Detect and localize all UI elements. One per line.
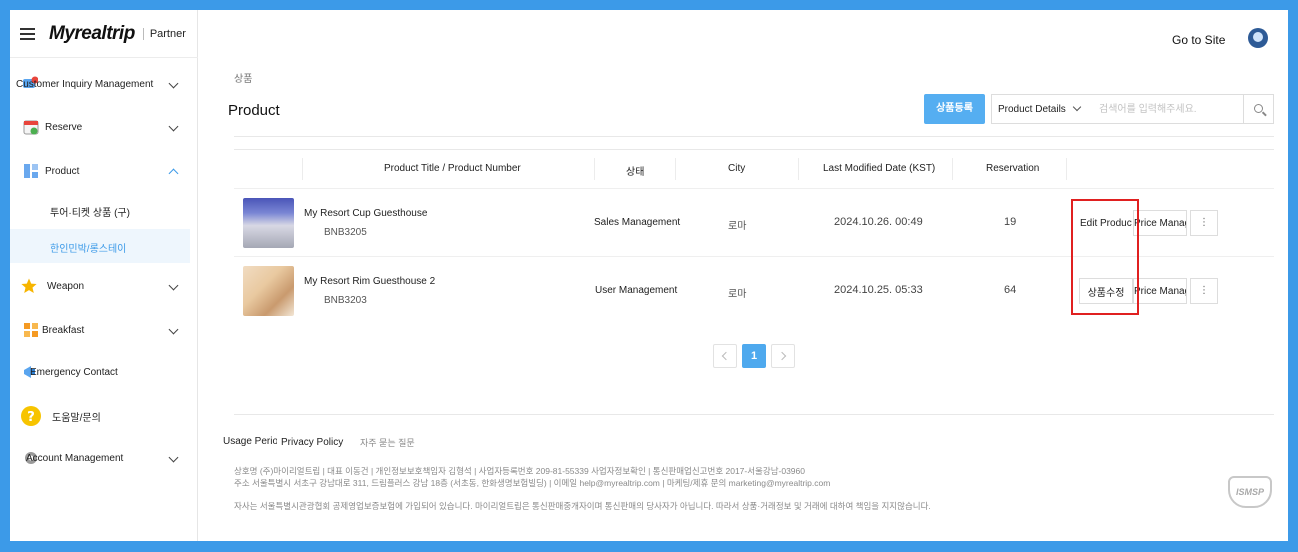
sidebar-item-label: 도움말/문의 (52, 412, 101, 424)
sidebar-item-account-management[interactable]: Account Management (10, 444, 198, 472)
disclaimer: 자사는 서울특별시관광협회 공제영업보증보험에 가입되어 있습니다. 마이리얼트… (234, 501, 931, 511)
reservation-count: 64 (1004, 284, 1017, 296)
table-top-border (234, 149, 1274, 150)
reservation-count: 19 (1004, 216, 1017, 228)
modified-date: 2024.10.26. 00:49 (834, 216, 923, 228)
chevron-down-icon (168, 121, 179, 132)
product-status: User Management (595, 285, 678, 296)
logo[interactable]: Myrealtrip (49, 23, 135, 45)
go-to-site-link[interactable]: Go to Site (1172, 33, 1225, 47)
footer-divider (234, 414, 1274, 415)
sidebar-item-label: Breakfast (42, 324, 85, 336)
sidebar-item-label: Product (45, 165, 80, 177)
product-status: Sales Management (594, 217, 681, 228)
pagination-page-1[interactable]: 1 (742, 344, 766, 368)
column-separator (1066, 158, 1067, 180)
svg-text:?: ? (27, 410, 35, 425)
highlight-box (1071, 199, 1139, 315)
divider (10, 57, 198, 58)
hamburger-menu-icon[interactable] (20, 28, 35, 40)
calendar-check-icon (23, 120, 39, 135)
sidebar-item-label: Customer Inquiry Management (16, 78, 154, 90)
company-info: 상호명 (주)마이리얼트립 | 대표 이동건 | 개인정보보호책임자 김형석 |… (234, 466, 805, 476)
column-header-status: 상태 (626, 167, 645, 178)
app-frame: Myrealtrip Partner Customer Inquiry Mana… (10, 10, 1288, 541)
product-city: 로마 (728, 221, 747, 232)
sidebar-item-product[interactable]: Product (10, 157, 198, 185)
column-separator (302, 158, 303, 180)
product-title[interactable]: My Resort Rim Guesthouse 2 (304, 276, 435, 287)
search-input[interactable] (1090, 94, 1244, 124)
column-separator (952, 158, 953, 180)
product-thumbnail[interactable] (243, 266, 294, 316)
column-header-reservation: Reservation (986, 163, 1040, 174)
chevron-down-icon (168, 452, 179, 463)
register-product-button[interactable]: 상품등록 (924, 94, 985, 124)
chevron-right-icon (777, 351, 787, 361)
grid-icon (24, 164, 38, 178)
chevron-down-icon (168, 78, 179, 89)
sidebar-item-label: Account Management (26, 452, 124, 464)
sidebar-item-label: Weapon (47, 280, 85, 292)
chevron-up-icon (168, 168, 179, 179)
product-title[interactable]: My Resort Cup Guesthouse (304, 208, 427, 219)
chevron-left-icon (721, 351, 731, 361)
product-city: 로마 (728, 289, 747, 300)
modified-date: 2024.10.25. 05:33 (834, 284, 923, 296)
column-header-title: Product Title / Product Number (384, 163, 521, 174)
search-icon (1254, 104, 1263, 113)
sidebar-item-reserve[interactable]: Reserve (10, 113, 198, 141)
chevron-down-icon (168, 324, 179, 335)
avatar[interactable] (1248, 28, 1268, 48)
more-options-button[interactable]: ⋮ (1190, 210, 1218, 236)
logo-row: Myrealtrip Partner (20, 22, 186, 46)
product-number: BNB3205 (324, 227, 367, 238)
chevron-down-icon (1072, 102, 1082, 112)
ismsp-badge: ISMSP (1228, 476, 1272, 508)
pagination-next-button[interactable] (771, 344, 795, 368)
company-address: 주소 서울특별시 서초구 강남대로 311, 드림플러스 강남 18층 (서초동… (234, 478, 831, 488)
product-number: BNB3203 (324, 295, 367, 306)
column-separator (675, 158, 676, 180)
sidebar-subitem-tour-ticket[interactable]: 투어·티켓 상품 (구) (10, 193, 190, 227)
column-header-modified: Last Modified Date (KST) (823, 163, 936, 174)
sidebar-item-label: Reserve (45, 121, 83, 133)
sidebar-subitem-label: 투어·티켓 상품 (구) (50, 208, 130, 219)
sidebar-item-weapon[interactable]: Weapon (10, 272, 198, 300)
search-button[interactable] (1243, 94, 1274, 124)
sidebar: Myrealtrip Partner Customer Inquiry Mana… (10, 10, 198, 541)
sidebar-item-emergency-contact[interactable]: Emergency Contact (10, 358, 198, 386)
sidebar-item-customer-inquiry[interactable]: Customer Inquiry Management (10, 70, 198, 98)
question-icon: ? (21, 406, 41, 426)
apps-icon (24, 323, 38, 337)
sidebar-subitem-label: 한인민박/롱스테이 (50, 244, 127, 255)
sidebar-item-breakfast[interactable]: Breakfast (10, 316, 198, 344)
more-options-button[interactable]: ⋮ (1190, 278, 1218, 304)
usage-period-link[interactable]: Usage Period (223, 436, 277, 447)
column-header-city: City (728, 163, 746, 174)
pagination-prev-button[interactable] (713, 344, 737, 368)
partner-label: Partner (142, 28, 186, 40)
search-type-select[interactable]: Product Details (991, 94, 1091, 124)
breadcrumb[interactable]: 상품 (234, 70, 252, 85)
price-management-button[interactable]: Price Management (1133, 278, 1187, 304)
chevron-down-icon (168, 280, 179, 291)
divider (234, 136, 1274, 137)
search-type-value: Product Details (998, 104, 1066, 115)
column-separator (798, 158, 799, 180)
column-separator (594, 158, 595, 180)
table-row-divider (234, 188, 1274, 189)
star-icon (21, 278, 37, 293)
sidebar-item-help[interactable]: ? 도움말/문의 (10, 402, 198, 430)
sidebar-subitem-homestay[interactable]: 한인민박/롱스테이 (10, 229, 190, 263)
price-management-button[interactable]: Price Management (1133, 210, 1187, 236)
faq-link[interactable]: 자주 묻는 질문 (360, 436, 415, 449)
product-thumbnail[interactable] (243, 198, 294, 248)
page-title: Product (228, 102, 280, 119)
sidebar-item-label: Emergency Contact (30, 366, 118, 378)
privacy-policy-link[interactable]: Privacy Policy (281, 437, 343, 448)
